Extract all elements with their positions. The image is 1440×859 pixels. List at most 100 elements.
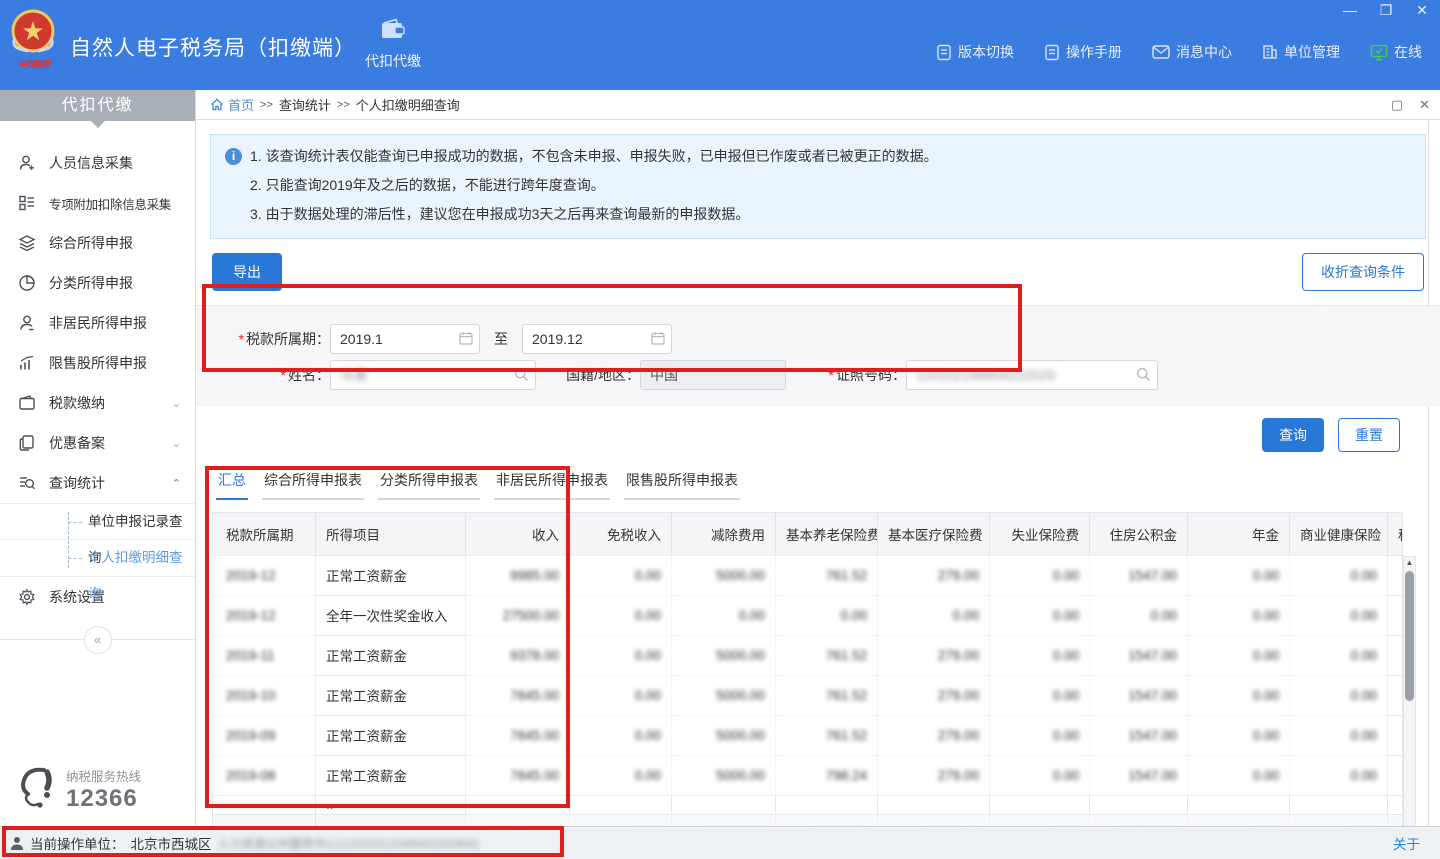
column-header: 税 [1388, 512, 1403, 555]
table-cell: 5000.00 [672, 675, 776, 715]
sidebar-item-personnel[interactable]: 人员信息采集 [0, 143, 195, 183]
search-icon[interactable] [1136, 367, 1151, 385]
close-icon[interactable]: ✕ [1412, 2, 1432, 19]
sidebar-item-tax-payment[interactable]: 税款缴纳 ⌄ [0, 383, 195, 423]
table-cell: 279.00 [878, 755, 990, 795]
table-cell: 5000.00 [672, 715, 776, 755]
calendar-icon[interactable] [459, 331, 473, 348]
table-cell [776, 795, 878, 814]
sidebar-item-query-stats[interactable]: 查询统计 ⌃ [0, 463, 195, 503]
sidebar-item-comprehensive[interactable]: 综合所得申报 [0, 223, 195, 263]
collapse-query-button[interactable]: 收折查询条件 [1302, 253, 1424, 291]
sidebar-collapse-button[interactable]: « [84, 626, 112, 654]
menu-unit-management[interactable]: 单位管理 [1262, 42, 1340, 62]
menu-manual[interactable]: 操作手册 [1044, 42, 1122, 62]
period-from-input[interactable]: 2019.1 [330, 324, 480, 354]
sidebar-menu: 人员信息采集 专项附加扣除信息采集 综合所得申报 分类所得申报 非居民所得申报 … [0, 121, 195, 640]
menu-unit-label: 单位管理 [1284, 42, 1340, 62]
sidebar-item-label: 非居民所得申报 [49, 313, 181, 333]
notice-line: 2. 只能查询2019年及之后的数据，不能进行跨年度查询。 [250, 176, 605, 195]
table-row[interactable]: 2019-09正常工资薪金7645.000.005000.00761.52279… [213, 715, 1403, 755]
table-cell [570, 795, 672, 814]
sidebar-item-restricted-shares[interactable]: 限售股所得申报 [0, 343, 195, 383]
breadcrumb-home[interactable]: 首页 [210, 95, 254, 114]
panel-restore-icon[interactable]: ▢ [1391, 97, 1403, 113]
tab-summary[interactable]: 汇总 [216, 470, 248, 500]
table-cell: 1547.00 [1090, 555, 1188, 595]
breadcrumb-level1[interactable]: 查询统计 [279, 95, 331, 114]
name-input[interactable]: 马某 [330, 360, 536, 390]
toolbar: 导出 收折查询条件 [212, 253, 1424, 291]
column-header: 税款所属期 [213, 512, 316, 555]
table-row[interactable]: .. [213, 795, 1403, 814]
result-table-wrap: 税款所属期所得项目收入免税收入减除费用基本养老保险费基本医疗保险费失业保险费住房… [212, 512, 1417, 859]
tab-classified[interactable]: 分类所得申报表 [378, 470, 480, 500]
table-cell [672, 795, 776, 814]
panel-close-icon[interactable]: ✕ [1419, 97, 1430, 113]
table-row[interactable]: 2019-08正常工资薪金7645.000.005000.00798.24279… [213, 755, 1403, 795]
tab-nonresident[interactable]: 非居民所得申报表 [494, 470, 610, 500]
hotline-number: 12366 [66, 785, 141, 813]
tab-withholding[interactable]: 代扣代缴 [350, 18, 436, 71]
table-row[interactable]: 2019-11正常工资薪金9378.000.005000.00761.52279… [213, 635, 1403, 675]
table-cell: 0.00 [1188, 555, 1290, 595]
restore-icon[interactable]: ❐ [1376, 2, 1396, 19]
table-row[interactable]: 2019-12全年一次性奖金收入27500.000.000.000.000.00… [213, 595, 1403, 635]
pie-chart-icon [18, 274, 36, 292]
table-cell: .. [316, 795, 466, 814]
online-status[interactable]: 在线 [1370, 42, 1422, 62]
about-link[interactable]: 关于 [1393, 833, 1420, 853]
period-to-input[interactable]: 2019.12 [522, 324, 672, 354]
sidebar-subitem-personal-detail[interactable]: 个人扣缴明细查询 [0, 540, 195, 576]
notice-line: 3. 由于数据处理的滞后性，建议您在申报成功3天之后再来查询最新的申报数据。 [250, 205, 749, 224]
to-label: 至 [494, 329, 508, 349]
notice-box: i1. 该查询统计表仅能查询已申报成功的数据，不包含未申报、申报失败，已申报但已… [210, 134, 1426, 239]
table-cell: 5000.00 [672, 555, 776, 595]
table-cell: 0.00 [1290, 555, 1388, 595]
table-cell: 正常工资薪金 [316, 635, 466, 675]
sidebar-item-label: 优惠备案 [49, 433, 172, 453]
table-cell [213, 795, 316, 814]
table-cell: 7645.00 [466, 755, 570, 795]
sidebar-subitem-unit-record[interactable]: 单位申报记录查询 [0, 504, 195, 540]
table-cell: 0.00 [570, 555, 672, 595]
result-tabs: 汇总 综合所得申报表 分类所得申报表 非居民所得申报表 限售股所得申报表 [216, 470, 1440, 500]
tab-restricted[interactable]: 限售股所得申报表 [624, 470, 740, 500]
calendar-icon[interactable] [651, 331, 665, 348]
menu-version-label: 版本切换 [958, 42, 1014, 62]
tax-emblem-logo: 中国税务 [8, 8, 60, 70]
scroll-up-icon[interactable]: ▲ [1404, 558, 1415, 567]
table-row[interactable]: 2019-12正常工资薪金9985.000.005000.00761.52279… [213, 555, 1403, 595]
sidebar-item-preferential[interactable]: 优惠备案 ⌄ [0, 423, 195, 463]
table-cell: 正常工资薪金 [316, 675, 466, 715]
person-icon [18, 314, 36, 332]
sidebar-item-special-deduction[interactable]: 专项附加扣除信息采集 [0, 183, 195, 223]
table-cell: 279.00 [878, 635, 990, 675]
table-cell [1388, 555, 1403, 595]
query-button[interactable]: 查询 [1262, 418, 1324, 452]
table-cell: 0.00 [990, 715, 1090, 755]
table-cell: 1547.00 [1090, 755, 1188, 795]
reset-button[interactable]: 重置 [1338, 418, 1400, 452]
minimize-icon[interactable]: — [1340, 2, 1360, 19]
table-cell: 正常工资薪金 [316, 755, 466, 795]
emblem-icon [8, 8, 58, 58]
table-cell: 0.00 [570, 755, 672, 795]
breadcrumb-separator: >> [260, 99, 273, 111]
table-cell: 0.00 [990, 595, 1090, 635]
export-button[interactable]: 导出 [212, 253, 282, 291]
nationality-value: 中国 [650, 365, 678, 385]
table-row[interactable]: 2019-10正常工资薪金7645.000.005000.00761.52279… [213, 675, 1403, 715]
sidebar-item-label: 分类所得申报 [49, 273, 181, 293]
tab-comprehensive[interactable]: 综合所得申报表 [262, 470, 364, 500]
result-table: 税款所属期所得项目收入免税收入减除费用基本养老保险费基本医疗保险费失业保险费住房… [212, 512, 1403, 855]
vertical-scrollbar[interactable]: ▲ ▼ [1403, 556, 1416, 859]
id-number-input[interactable]: 110102199904222029 [906, 360, 1158, 390]
menu-version-switch[interactable]: 版本切换 [936, 42, 1014, 62]
sidebar-item-nonresident[interactable]: 非居民所得申报 [0, 303, 195, 343]
menu-message-center[interactable]: 消息中心 [1152, 42, 1232, 62]
search-icon[interactable] [514, 367, 529, 385]
sidebar-item-classified[interactable]: 分类所得申报 [0, 263, 195, 303]
vertical-scroll-thumb[interactable] [1405, 571, 1414, 701]
id-label: *证照号码： [786, 365, 906, 385]
